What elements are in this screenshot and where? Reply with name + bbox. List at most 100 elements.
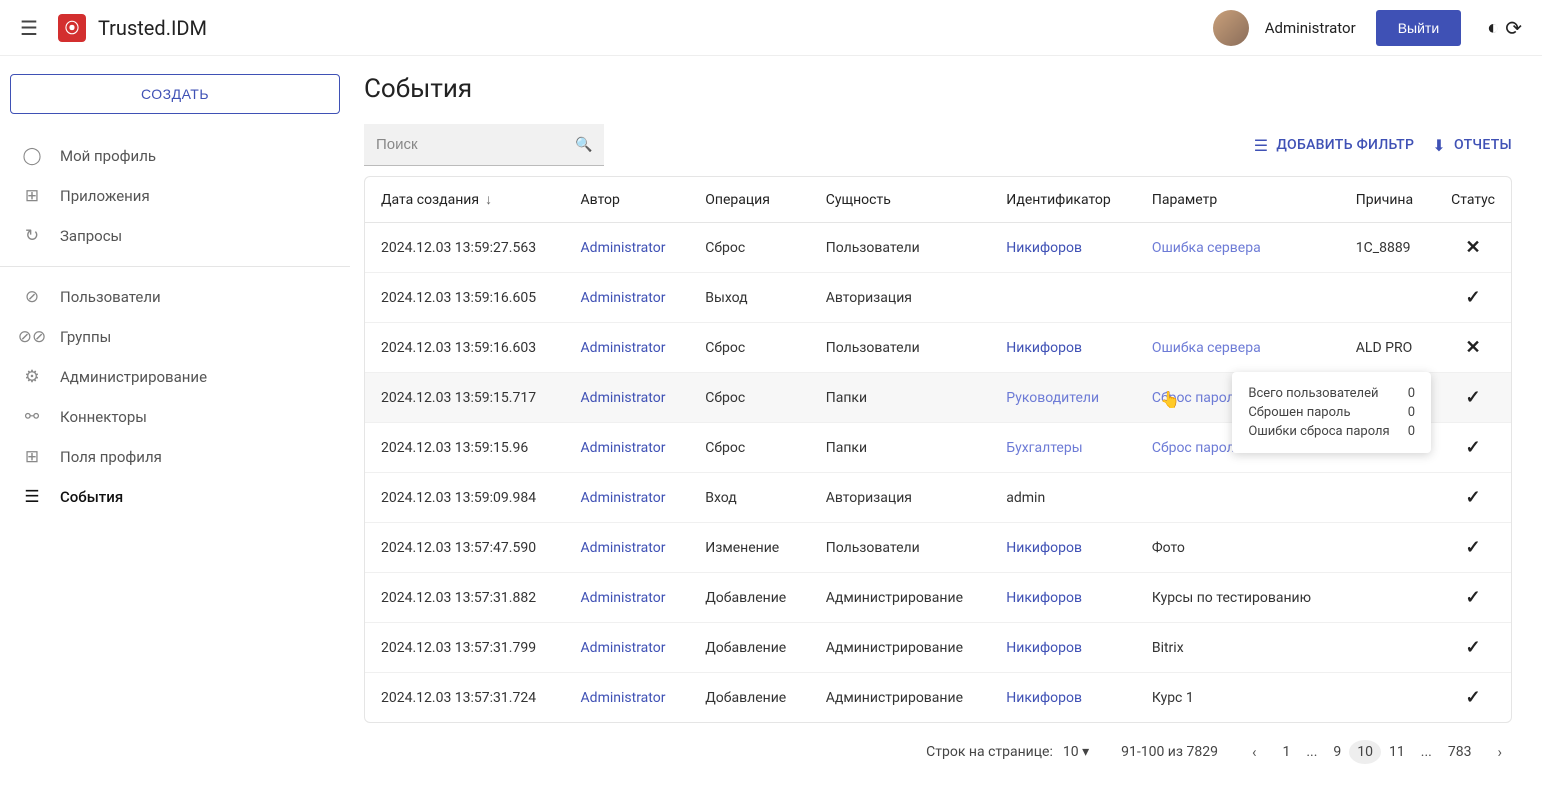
author-link[interactable]: Administrator	[581, 640, 666, 656]
reports-button[interactable]: ⬇ ОТЧЕТЫ	[1432, 136, 1512, 155]
create-button[interactable]: СОЗДАТЬ	[10, 74, 340, 114]
filter-icon: ☰	[1254, 136, 1269, 155]
add-filter-button[interactable]: ☰ ДОБАВИТЬ ФИЛЬТР	[1254, 136, 1414, 155]
col-author[interactable]: Автор	[565, 177, 690, 223]
nav-divider	[0, 266, 350, 267]
table-row[interactable]: 2024.12.03 13:59:27.563AdministratorСбро…	[365, 223, 1511, 273]
nav-events[interactable]: ☰ События	[10, 477, 340, 517]
parameter-link[interactable]: Сброс пароля	[1152, 390, 1243, 406]
cell-op: Сброс	[705, 240, 745, 256]
nav-item-label: Поля профиля	[60, 448, 162, 466]
app-brand: Trusted.IDM	[98, 16, 207, 40]
identifier-link[interactable]: Руководители	[1006, 390, 1099, 406]
history-icon: ↻	[20, 226, 44, 246]
nav-item-label: Коннекторы	[60, 408, 147, 426]
page-number[interactable]: 9	[1325, 740, 1349, 764]
check-icon: ✓	[1465, 287, 1480, 308]
author-link[interactable]: Administrator	[581, 240, 666, 256]
author-link[interactable]: Administrator	[581, 590, 666, 606]
table-row[interactable]: 2024.12.03 13:57:31.799 Administrator Доба…	[365, 623, 1511, 673]
page-number[interactable]: 11	[1381, 740, 1413, 764]
nav-item[interactable]: ⚯Коннекторы	[10, 397, 340, 437]
cell-date: 2024.12.03 13:57:31.799	[381, 640, 536, 656]
parameter-link[interactable]: Ошибка сервера	[1152, 340, 1261, 356]
author-link[interactable]: Administrator	[581, 440, 666, 456]
tooltip-value: 0	[1408, 424, 1415, 439]
col-identifier[interactable]: Идентификатор	[990, 177, 1136, 223]
nav-item[interactable]: ⚙Администрирование	[10, 357, 340, 397]
tooltip-row: Сброшен пароль0	[1248, 403, 1415, 422]
col-reason[interactable]: Причина	[1340, 177, 1435, 223]
avatar[interactable]	[1213, 10, 1249, 46]
table-row[interactable]: 2024.12.03 13:57:31.724AdministratorДоба…	[365, 673, 1511, 723]
cell-op: Добавление	[705, 640, 786, 656]
parameter-link: Курсы по тестированию	[1152, 590, 1311, 606]
page-size-select[interactable]: 10 ▾	[1059, 742, 1093, 762]
tooltip-value: 0	[1408, 405, 1415, 420]
nav-item[interactable]: ⊘Пользователи	[10, 277, 340, 317]
page-prev[interactable]: ‹	[1246, 739, 1263, 765]
nav-item[interactable]: ⊞ Поля профиля	[10, 437, 340, 477]
close-icon: ✕	[1465, 337, 1480, 358]
identifier-link[interactable]: Никифоров	[1006, 690, 1082, 706]
search-icon[interactable]: 🔍	[575, 137, 592, 153]
page-next[interactable]: ›	[1491, 739, 1508, 765]
identifier-link[interactable]: Никифоров	[1006, 640, 1082, 656]
col-date[interactable]: Дата создания↓	[365, 177, 565, 223]
identifier-link: admin	[1006, 490, 1045, 506]
check-icon: ✓	[1465, 637, 1480, 658]
col-entity[interactable]: Сущность	[810, 177, 991, 223]
nav-item[interactable]: ⊘⊘Группы	[10, 317, 340, 357]
page-number[interactable]: 783	[1440, 740, 1480, 764]
cell-op: Выход	[705, 290, 747, 306]
parameter-link[interactable]: Ошибка сервера	[1152, 240, 1261, 256]
cell-entity: Авторизация	[826, 490, 912, 506]
identifier-link[interactable]: Никифоров	[1006, 340, 1082, 356]
page-ellipsis: ...	[1298, 740, 1325, 764]
col-status[interactable]: Статус	[1435, 177, 1511, 223]
theme-toggle-icon[interactable]: ◐	[1487, 15, 1499, 40]
check-icon: ✓	[1465, 387, 1480, 408]
list-icon: ☰	[20, 487, 44, 507]
cell-op: Сброс	[705, 340, 745, 356]
author-link[interactable]: Administrator	[581, 490, 666, 506]
page-number[interactable]: 10	[1349, 740, 1381, 764]
refresh-icon[interactable]: ⟳	[1505, 16, 1522, 40]
col-parameter[interactable]: Параметр	[1136, 177, 1340, 223]
cell-date: 2024.12.03 13:57:31.882	[381, 590, 536, 606]
parameter-link[interactable]: Сброс пароля	[1152, 440, 1243, 456]
author-link[interactable]: Administrator	[581, 390, 666, 406]
identifier-link[interactable]: Никифоров	[1006, 590, 1082, 606]
check-icon: ✓	[1465, 587, 1480, 608]
table-row[interactable]: 2024.12.03 13:59:09.984AdministratorВход…	[365, 473, 1511, 523]
identifier-link[interactable]: Никифоров	[1006, 540, 1082, 556]
profilefields-icon: ⊞	[20, 447, 44, 467]
table-row[interactable]: 2024.12.03 13:59:16.603AdministratorСбро…	[365, 323, 1511, 373]
page-title: События	[364, 74, 1512, 104]
author-link[interactable]: Administrator	[581, 540, 666, 556]
table-row[interactable]: 2024.12.03 13:59:16.605AdministratorВыхо…	[365, 273, 1511, 323]
cell-entity: Пользователи	[826, 540, 920, 556]
menu-icon[interactable]: ☰	[20, 16, 38, 40]
search-input[interactable]	[376, 136, 575, 153]
nav-item[interactable]: ◯Мой профиль	[10, 136, 340, 176]
check-icon: ✓	[1465, 487, 1480, 508]
logout-button[interactable]: Выйти	[1376, 10, 1461, 46]
nav-item[interactable]: ⊞Приложения	[10, 176, 340, 216]
search-box[interactable]: 🔍	[364, 124, 604, 166]
table-row[interactable]: 2024.12.03 13:57:31.882 Administrator Доба…	[365, 573, 1511, 623]
nav-item[interactable]: ↻Запросы	[10, 216, 340, 256]
page-number[interactable]: 1	[1274, 740, 1298, 764]
identifier-link[interactable]: Бухгалтеры	[1006, 440, 1082, 456]
identifier-link[interactable]: Никифоров	[1006, 240, 1082, 256]
cell-op: Добавление	[705, 690, 786, 706]
author-link[interactable]: Administrator	[581, 290, 666, 306]
table-row[interactable]: 2024.12.03 13:57:47.590AdministratorИзме…	[365, 523, 1511, 573]
author-link[interactable]: Administrator	[581, 340, 666, 356]
cell-op: Вход	[705, 490, 736, 506]
col-operation[interactable]: Операция	[689, 177, 810, 223]
cell-date: 2024.12.03 13:59:15.96	[381, 440, 528, 456]
author-link[interactable]: Administrator	[581, 690, 666, 706]
nav-item-label: Группы	[60, 328, 111, 346]
cell-op: Добавление	[705, 590, 786, 606]
